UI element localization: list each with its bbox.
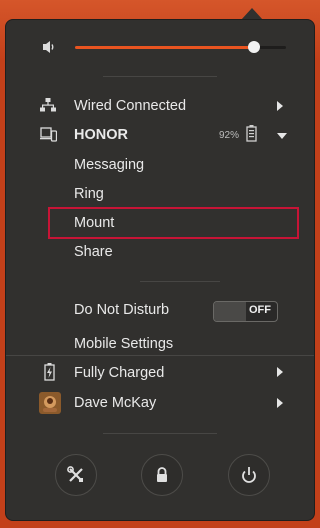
lock-button[interactable]: [141, 454, 183, 496]
chevron-down-icon[interactable]: [277, 133, 287, 139]
speaker-icon: [42, 40, 58, 59]
volume-slider-handle[interactable]: [248, 41, 260, 53]
separator: [140, 281, 220, 282]
highlight-box: [48, 207, 299, 239]
avatar-icon: [39, 392, 61, 419]
do-not-disturb-label: Do Not Disturb: [74, 302, 170, 318]
menu-item-ring[interactable]: Ring: [74, 185, 104, 203]
chevron-right-icon: [277, 398, 283, 408]
toggle-knob: [214, 302, 246, 321]
battery-icon: [246, 125, 257, 147]
settings-button[interactable]: [55, 454, 97, 496]
menu-item-messaging[interactable]: Messaging: [74, 156, 144, 174]
toggle-state-label: OFF: [249, 304, 271, 316]
wired-connected-item[interactable]: Wired Connected: [74, 97, 186, 115]
volume-slider-fill: [75, 46, 254, 49]
separator: [103, 76, 217, 77]
do-not-disturb-toggle[interactable]: OFF: [213, 301, 278, 322]
network-wired-icon: [40, 97, 56, 118]
battery-status-item[interactable]: Fully Charged: [74, 364, 164, 382]
power-icon: [242, 467, 256, 483]
mobile-settings-item[interactable]: Mobile Settings: [74, 335, 173, 353]
battery-charging-icon: [44, 363, 55, 386]
power-button[interactable]: [228, 454, 270, 496]
phone-laptop-icon: [40, 127, 58, 147]
settings-icon: [67, 466, 83, 482]
system-menu-panel: [5, 19, 315, 521]
separator: [6, 355, 314, 356]
device-name[interactable]: HONOR: [74, 126, 128, 144]
device-battery-percent: 92%: [219, 130, 240, 141]
lock-icon: [157, 467, 167, 482]
chevron-right-icon: [277, 367, 283, 377]
menu-item-share[interactable]: Share: [74, 243, 113, 261]
user-item[interactable]: Dave McKay: [74, 394, 156, 412]
separator: [103, 433, 217, 434]
chevron-right-icon: [277, 101, 283, 111]
